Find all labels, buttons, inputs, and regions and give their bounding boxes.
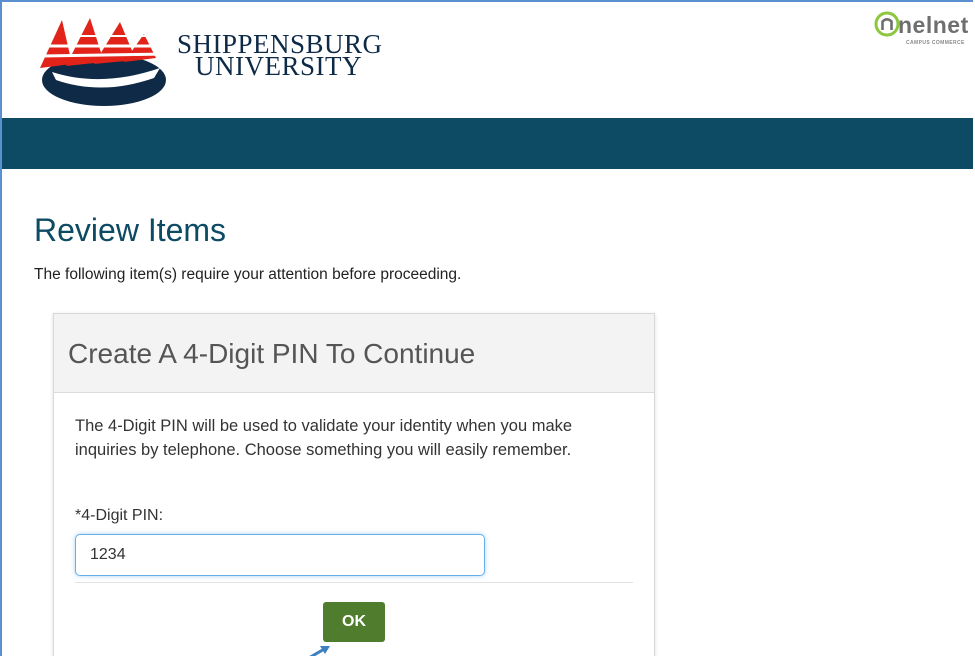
pin-card-description: The 4-Digit PIN will be used to validate…: [75, 417, 573, 459]
top-navbar: [2, 118, 973, 169]
pin-input[interactable]: [75, 534, 485, 576]
ok-button[interactable]: OK: [323, 602, 385, 642]
callout-pointer-icon: [309, 646, 330, 656]
pin-field-label: *4-Digit PIN:: [75, 507, 164, 524]
pin-card-header: Create A 4-Digit PIN To Continue: [54, 314, 654, 393]
nelnet-circle-icon: [874, 11, 900, 37]
nelnet-subtext: CAMPUS COMMERCE: [906, 40, 965, 46]
page-subtitle: The following item(s) require your atten…: [34, 266, 462, 283]
nelnet-logo: nelnet CAMPUS COMMERCE: [872, 10, 973, 48]
card-divider: [75, 582, 633, 583]
page-title: Review Items: [34, 212, 227, 248]
site-header: SHIPPENSBURG UNIVERSITY nelnet CAMPUS CO…: [2, 2, 973, 118]
pin-card: Create A 4-Digit PIN To Continue The 4-D…: [53, 313, 655, 656]
university-name-line2: UNIVERSITY: [195, 51, 362, 81]
browser-frame: SHIPPENSBURG UNIVERSITY nelnet CAMPUS CO…: [0, 0, 973, 656]
ship-logo-icon[interactable]: [32, 16, 172, 108]
pin-card-title: Create A 4-Digit PIN To Continue: [68, 338, 476, 369]
university-wordmark[interactable]: SHIPPENSBURG UNIVERSITY: [177, 31, 383, 81]
nelnet-wordmark: nelnet: [898, 12, 969, 38]
